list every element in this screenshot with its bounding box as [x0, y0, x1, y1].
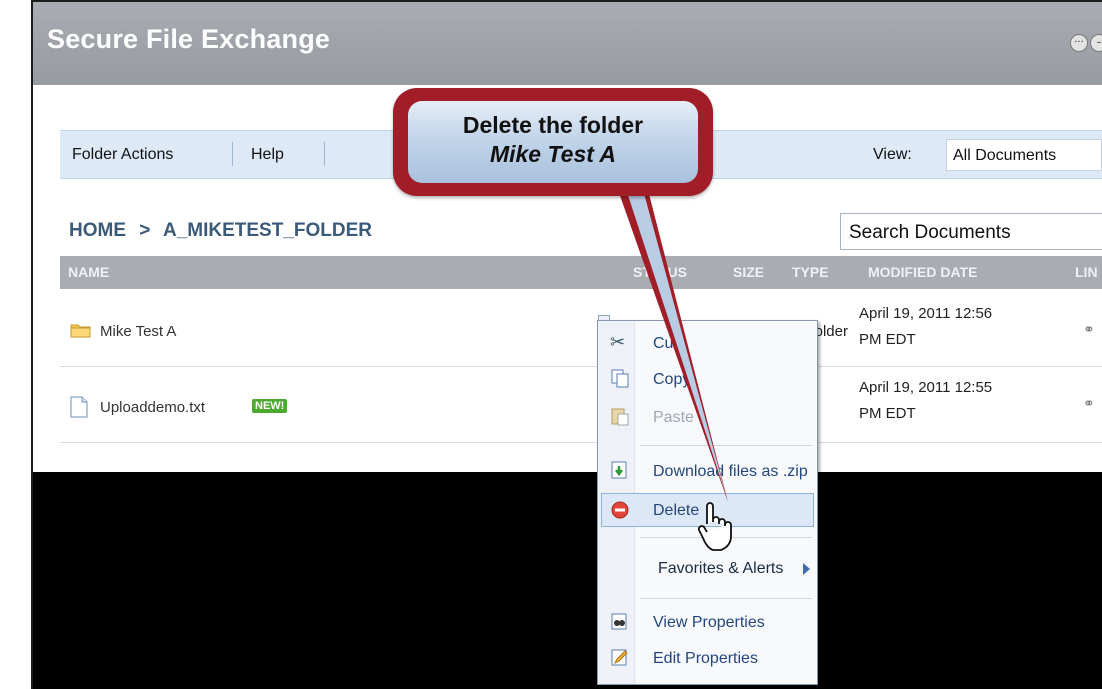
empty-area: [33, 472, 1102, 689]
menu-item-edit-properties[interactable]: Edit Properties: [601, 641, 814, 675]
hand-cursor-icon: [697, 502, 732, 551]
instruction-callout: Delete the folder Mike Test A: [393, 88, 713, 196]
help-menu[interactable]: Help: [251, 146, 284, 164]
text-file-icon: [70, 396, 88, 418]
modified-date-line2: PM EDT: [859, 331, 916, 348]
breadcrumb-separator: >: [139, 220, 151, 241]
toolbar-divider: [324, 142, 325, 166]
menu-item-label: Edit Properties: [653, 650, 758, 667]
view-select-value: All Documents: [953, 147, 1057, 164]
breadcrumb-current-folder: A_MIKETEST_FOLDER: [162, 220, 372, 241]
callout-body: Delete the folder Mike Test A: [408, 101, 698, 183]
search-documents-input[interactable]: Search Documents: [840, 213, 1102, 250]
column-type-header[interactable]: TYPE: [792, 264, 829, 280]
menu-item-favorites-alerts[interactable]: Favorites & Alerts: [601, 551, 814, 585]
folder-actions-menu[interactable]: Folder Actions: [72, 146, 173, 164]
callout-line-2: Mike Test A: [489, 141, 617, 167]
table-row[interactable]: Uploaddemo.txt NEW! April 19, 2011 12:55…: [60, 367, 1102, 443]
menu-item-view-properties[interactable]: View Properties: [601, 605, 814, 639]
callout-line-1: Delete the folder: [462, 112, 644, 138]
menu-item-copy[interactable]: Copy: [601, 362, 814, 396]
edit-icon: [611, 649, 628, 666]
modified-date: April 19, 2011 12:55 PM EDT: [859, 375, 992, 427]
folder-icon: [70, 324, 91, 338]
modified-date-line1: April 19, 2011 12:55: [859, 379, 993, 396]
view-select[interactable]: All Documents: [946, 139, 1102, 171]
column-size-header[interactable]: SIZE: [733, 264, 764, 280]
menu-item-label: View Properties: [653, 614, 765, 631]
table-row[interactable]: Mike Test A Folder April 19, 2011 12:56 …: [60, 291, 1102, 367]
copy-icon: [611, 369, 629, 388]
window-title: Secure File Exchange: [47, 24, 331, 54]
column-name-header[interactable]: NAME: [68, 264, 109, 280]
toolbar-divider: [232, 142, 233, 166]
menu-item-label: Download files as .zip: [653, 463, 808, 480]
binoculars-icon: [611, 613, 627, 630]
new-badge: NEW!: [252, 399, 288, 413]
screenshot-frame: Secure File Exchange ··· – Folder Action…: [0, 0, 1102, 689]
menu-item-paste[interactable]: Paste: [601, 400, 814, 434]
menu-item-label: Delete: [653, 502, 700, 519]
table-header: NAME STATUS SIZE TYPE MODIFIED DATE LIN: [60, 256, 1102, 289]
scissors-icon: ✂: [610, 332, 626, 352]
modified-date: April 19, 2011 12:56 PM EDT: [859, 301, 992, 353]
submenu-arrow-icon: [803, 563, 810, 575]
column-status-header[interactable]: STATUS: [633, 264, 687, 280]
item-name-link[interactable]: Mike Test A: [100, 323, 176, 340]
window-minimize-button[interactable]: –: [1090, 34, 1102, 52]
modified-date-line2: PM EDT: [859, 405, 916, 422]
download-icon: [611, 461, 627, 479]
menu-item-download-zip[interactable]: Download files as .zip: [601, 454, 814, 488]
menu-item-cut[interactable]: ✂ Cut: [601, 326, 814, 360]
menu-item-label: Favorites & Alerts: [658, 560, 784, 577]
link-icon[interactable]: ⚭: [1083, 395, 1095, 412]
menu-item-label: Copy: [653, 371, 691, 388]
column-modified-header[interactable]: MODIFIED DATE: [868, 264, 977, 280]
window-options-button[interactable]: ···: [1070, 34, 1088, 52]
delete-icon: [611, 501, 629, 519]
item-type: Folder: [818, 323, 848, 340]
menu-item-label: Paste: [653, 409, 694, 426]
paste-icon: [611, 408, 629, 426]
menu-separator: [640, 598, 812, 599]
menu-item-label: Cut: [653, 335, 678, 352]
view-label: View:: [873, 146, 912, 163]
item-name-link[interactable]: Uploaddemo.txt: [100, 399, 205, 416]
breadcrumb-home[interactable]: HOME: [69, 220, 126, 241]
breadcrumb: HOME > A_MIKETEST_FOLDER: [69, 220, 372, 242]
modified-date-line1: April 19, 2011 12:56: [859, 305, 993, 322]
link-icon[interactable]: ⚭: [1083, 321, 1095, 338]
menu-separator: [640, 445, 812, 446]
column-link-header[interactable]: LIN: [1075, 264, 1098, 280]
window-titlebar: Secure File Exchange ··· –: [33, 2, 1102, 85]
